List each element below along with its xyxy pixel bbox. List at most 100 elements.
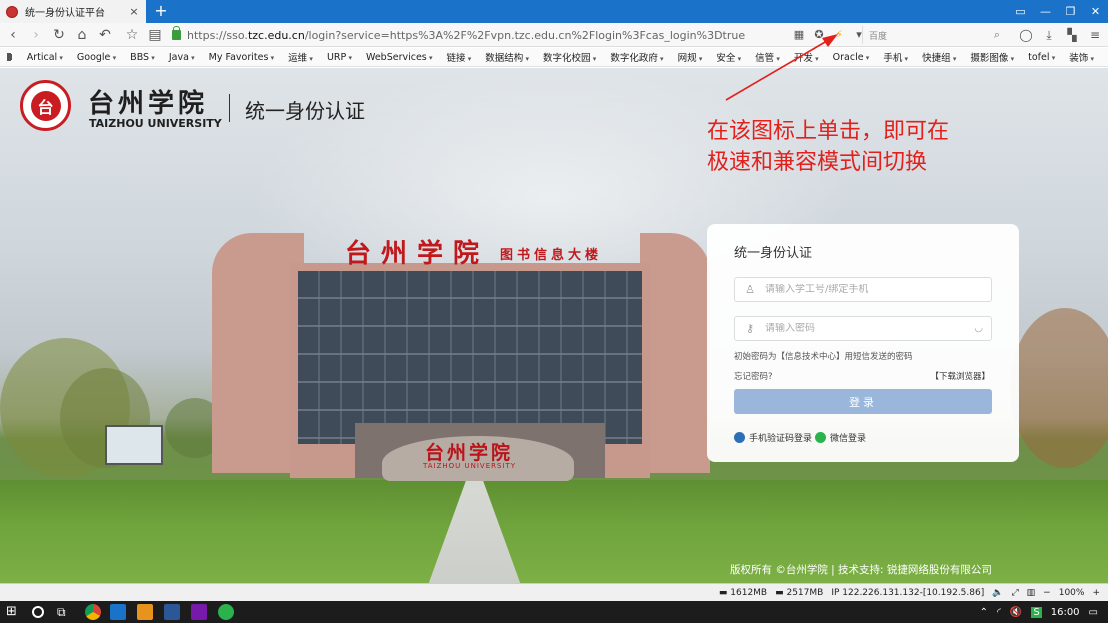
name-stone-subtitle: TAIZHOU UNIVERSITY <box>423 462 517 470</box>
home-icon[interactable]: ⌂ <box>73 26 91 44</box>
onenote-icon[interactable] <box>191 604 207 620</box>
browser-titlebar: 统一身份认证平台 × + ▭ — ❐ ✕ <box>0 0 1108 23</box>
speaker-icon[interactable]: 🔇 <box>1010 607 1022 618</box>
bookmark-folder[interactable]: 链接 <box>447 50 472 64</box>
tray-expand-icon[interactable]: ⌃ <box>980 607 988 618</box>
windows-start-icon[interactable]: ⊞ <box>6 604 22 620</box>
password-input[interactable] <box>765 323 975 334</box>
name-stone-title: 台州学院 <box>425 442 514 464</box>
apps-icon[interactable]: ▚ <box>1065 26 1079 44</box>
bookmark-folder[interactable]: BBS <box>130 52 155 63</box>
bookmark-folder[interactable]: 开发 <box>794 50 819 64</box>
close-window-button[interactable]: ✕ <box>1083 0 1108 23</box>
copyright-footer: 版权所有 ©台州学院 | 技术支持: 锐捷网络股份有限公司 <box>730 564 992 576</box>
bookmark-folder[interactable]: Artical <box>27 52 63 63</box>
qr-code-icon[interactable]: ▦ <box>792 26 806 44</box>
library-sign: 台州学院 <box>345 239 490 269</box>
bookmark-folder[interactable]: 快捷组 <box>922 50 956 64</box>
menu-icon[interactable]: ≡ <box>1088 26 1102 44</box>
seal-glyph: 台 <box>30 90 61 121</box>
bookmarks-bar: Artical Google BBS Java My Favorites 运维 URP Web… <box>0 48 1108 67</box>
sidebar-panel-icon[interactable] <box>7 53 12 61</box>
memory-usage-1[interactable]: ▬ 1612MB <box>719 588 767 598</box>
bookmark-folder[interactable]: 数字化校园 <box>543 50 596 64</box>
browser-tab[interactable]: 统一身份认证平台 × <box>0 0 146 23</box>
word-icon[interactable] <box>164 604 180 620</box>
back-icon[interactable]: ‹ <box>4 26 22 44</box>
bookmark-folder[interactable]: WebServices <box>366 52 433 63</box>
bookmark-folder[interactable]: Oracle <box>833 52 870 63</box>
bookmark-folder[interactable]: 信管 <box>755 50 780 64</box>
refresh-icon[interactable]: ↻ <box>50 26 68 44</box>
search-engine-label: 百度 <box>869 31 888 42</box>
password-field[interactable]: ⚷ ◡ <box>734 316 992 341</box>
download-browser-link[interactable]: 【下载浏览器】 <box>930 370 990 382</box>
search-box[interactable]: 百度 ⌕ <box>862 26 1004 44</box>
volume-icon[interactable]: 🔈 <box>992 588 1003 598</box>
download-icon[interactable]: ⤓ <box>1042 26 1056 44</box>
memory-usage-2[interactable]: ▬ 2517MB <box>775 588 823 598</box>
bookmark-folder[interactable]: 运维 <box>288 50 313 64</box>
app-orange-icon[interactable] <box>137 604 153 620</box>
zoom-out-button[interactable]: − <box>1043 588 1051 598</box>
bookmark-folder[interactable]: Google <box>77 52 116 63</box>
reading-mode-icon[interactable]: ▤ <box>146 26 164 44</box>
network-icon[interactable]: ◜ <box>997 607 1001 618</box>
bookmark-folder[interactable]: 摄影图像 <box>970 50 1014 64</box>
university-seal-icon: 台 <box>20 80 71 131</box>
login-button[interactable]: 登录 <box>734 389 992 414</box>
restore-button[interactable]: ❐ <box>1058 0 1083 23</box>
chrome-icon[interactable] <box>85 604 101 620</box>
bookmark-folder[interactable]: My Favorites <box>209 52 275 63</box>
bookmark-folder[interactable]: Java <box>169 52 195 63</box>
wechat-taskbar-icon[interactable] <box>218 604 234 620</box>
minimize-button[interactable]: — <box>1033 0 1058 23</box>
new-tab-button[interactable]: + <box>153 2 169 20</box>
extension-icon[interactable]: ✪ <box>812 26 826 44</box>
initial-password-hint: 初始密码为【信息技术中心】用短信发送的密码 <box>734 352 913 362</box>
phone-code-login[interactable]: 手机验证码登录 <box>734 431 812 444</box>
username-input[interactable] <box>765 284 983 295</box>
bookmark-folder[interactable]: tofel <box>1028 52 1055 63</box>
notification-icon[interactable]: ▭ <box>1089 607 1098 618</box>
forward-icon[interactable]: › <box>27 26 45 44</box>
lock-icon <box>172 26 181 40</box>
favorite-star-icon[interactable]: ☆ <box>123 26 141 44</box>
split-view-icon[interactable]: ▥ <box>1027 588 1036 598</box>
undo-close-icon[interactable]: ↶ <box>96 26 114 44</box>
wechat-login-label: 微信登录 <box>830 434 867 444</box>
phone-login-label: 手机验证码登录 <box>749 434 813 444</box>
url-text: https://sso.tzc.edu.cn/login?service=htt… <box>187 28 746 42</box>
fullscreen-icon[interactable]: ⤢ <box>1011 588 1018 598</box>
library-sign-sub: 图书信息大楼 <box>500 248 603 263</box>
zoom-level[interactable]: 100% <box>1059 588 1085 598</box>
bookmark-folder[interactable]: 数据结构 <box>485 50 529 64</box>
input-method-icon[interactable]: S <box>1031 606 1042 618</box>
address-bar: ‹ › ↻ ⌂ ↶ ☆ ▤ https://sso.tzc.edu.cn/log… <box>0 23 1108 47</box>
speed-mode-bolt-icon[interactable]: ⚡ <box>832 26 846 44</box>
tab-close-icon[interactable]: × <box>128 5 140 18</box>
username-field[interactable]: ♙ <box>734 277 992 302</box>
annotation-text: 在该图标上单击，即可在 极速和兼容模式间切换 <box>707 119 950 175</box>
bookmark-folder[interactable]: 安全 <box>716 50 741 64</box>
task-view-icon[interactable]: ⧉ <box>57 604 73 620</box>
forgot-password-link[interactable]: 忘记密码? <box>734 370 773 382</box>
bookmark-folder[interactable]: 装饰 <box>1069 50 1094 64</box>
zoom-in-button[interactable]: + <box>1092 588 1100 598</box>
bookmark-folder[interactable]: 数字化政府 <box>610 50 663 64</box>
url-field[interactable]: https://sso.tzc.edu.cn/login?service=htt… <box>172 26 860 44</box>
ip-address[interactable]: IP 122.226.131.132-[10.192.5.86] <box>831 588 984 598</box>
clock[interactable]: 16:00 <box>1051 607 1080 618</box>
search-icon[interactable] <box>32 606 44 618</box>
sidebar-toggle-icon[interactable]: ▭ <box>1008 0 1033 23</box>
user-icon[interactable]: ◯ <box>1019 26 1033 44</box>
bookmark-folder[interactable]: 手机 <box>883 50 908 64</box>
university-name-en: TAIZHOU UNIVERSITY <box>89 117 222 130</box>
bookmark-folder[interactable]: URP <box>327 52 352 63</box>
maxthon-browser-icon[interactable] <box>110 604 126 620</box>
show-password-icon[interactable]: ◡ <box>974 323 983 334</box>
search-icon[interactable]: ⌕ <box>994 28 1000 42</box>
bookmark-folder[interactable]: 网规 <box>678 50 703 64</box>
user-icon: ♙ <box>745 283 755 296</box>
wechat-login[interactable]: 微信登录 <box>815 431 866 444</box>
